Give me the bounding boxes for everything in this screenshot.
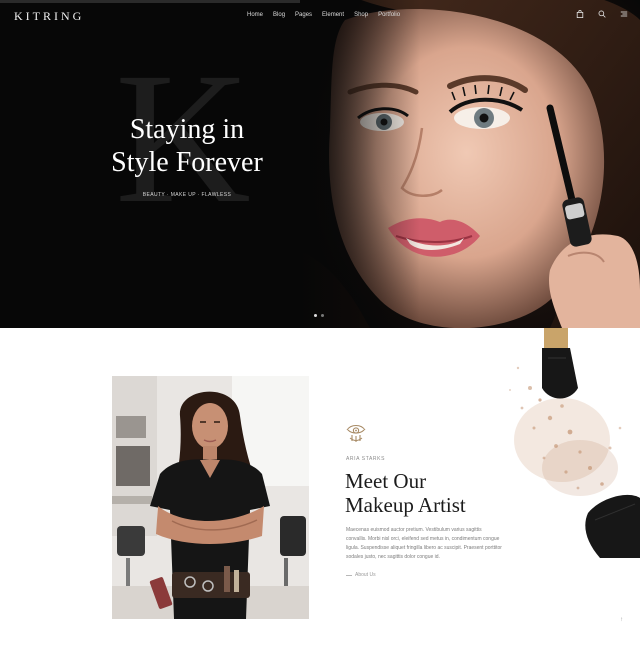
nav-item-shop[interactable]: Shop — [354, 12, 368, 18]
nav-item-blog[interactable]: Blog — [273, 12, 285, 18]
slider-dot-1[interactable] — [314, 314, 317, 317]
hero-title-line2: Style Forever — [111, 147, 263, 178]
makeup-brushes-decoration — [470, 328, 640, 558]
section-title-line1: Meet Our — [345, 469, 427, 493]
section-title-line2: Makeup Artist — [345, 493, 466, 517]
link-line-decoration — [346, 574, 352, 576]
about-us-link[interactable]: About Us — [346, 572, 376, 578]
about-us-label: About Us — [355, 572, 376, 578]
main-nav: Home Blog Pages Element Shop Portfolio — [247, 12, 400, 18]
artist-illustration — [112, 376, 309, 619]
artist-photo — [112, 376, 309, 619]
hero-title-line1: Staying in — [129, 114, 245, 145]
nav-item-pages[interactable]: Pages — [295, 12, 312, 18]
site-logo[interactable]: KITRING — [14, 9, 84, 24]
menu-icon[interactable] — [620, 10, 628, 18]
shopping-bag-icon[interactable] — [576, 10, 584, 18]
eye-icon — [346, 424, 366, 442]
nav-item-home[interactable]: Home — [247, 12, 263, 18]
nav-item-portfolio[interactable]: Portfolio — [378, 12, 400, 18]
artist-name: ARIA STARKS — [346, 456, 386, 462]
hero-gradient-overlay — [300, 0, 420, 328]
search-icon[interactable] — [598, 10, 606, 18]
slider-dot-2[interactable] — [321, 314, 324, 317]
powder-brush-illustration — [509, 328, 640, 558]
hero-tags: BEAUTY · MAKE UP · FLAWLESS — [142, 192, 232, 198]
hero-title: Staying in Style Forever — [92, 113, 282, 179]
slider-dots — [314, 314, 324, 317]
hero-slider: KITRING Home Blog Pages Element Shop Por… — [0, 0, 640, 328]
header-icons — [576, 10, 628, 18]
scroll-to-top-button[interactable]: ↑ — [620, 617, 623, 623]
nav-item-element[interactable]: Element — [322, 12, 344, 18]
